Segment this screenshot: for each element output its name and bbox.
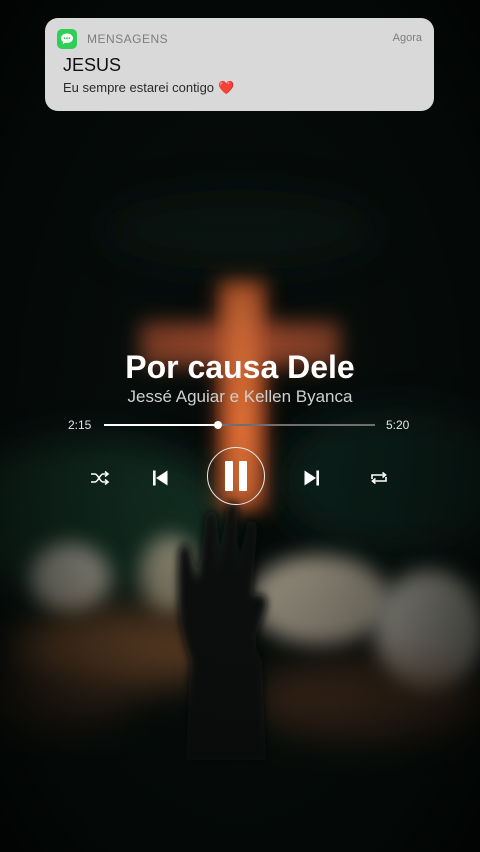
skip-next-icon	[304, 470, 319, 486]
messages-icon	[57, 29, 77, 49]
repeat-button[interactable]	[367, 466, 391, 490]
notification-app-name: MENSAGENS	[87, 32, 169, 46]
lock-screen: MENSAGENS Agora JESUS Eu sempre estarei …	[0, 0, 480, 852]
progress-bar[interactable]	[104, 421, 375, 429]
notification-message-text: Eu sempre estarei contigo	[63, 80, 215, 95]
notification-message: Eu sempre estarei contigo ❤️	[63, 80, 234, 96]
song-title: Por causa Dele	[125, 349, 355, 385]
message-notification[interactable]: MENSAGENS Agora JESUS Eu sempre estarei …	[45, 18, 434, 111]
skip-previous-icon	[153, 470, 168, 486]
progress-knob[interactable]	[213, 421, 222, 429]
next-button[interactable]	[299, 465, 325, 491]
previous-button[interactable]	[147, 465, 173, 491]
elapsed-time: 2:15	[68, 418, 92, 432]
shuffle-icon	[91, 470, 110, 486]
total-duration: 5:20	[386, 418, 410, 432]
notification-time: Agora	[392, 32, 422, 44]
pause-icon	[225, 461, 247, 491]
red-heart-emoji: ❤️	[218, 80, 235, 95]
song-artist: Jessé Aguiar e Kellen Byanca	[127, 387, 353, 406]
pause-button[interactable]	[207, 447, 265, 505]
notification-sender: JESUS	[63, 55, 122, 75]
repeat-icon	[371, 471, 387, 485]
shuffle-button[interactable]	[88, 466, 112, 490]
progress-fill	[104, 424, 218, 426]
